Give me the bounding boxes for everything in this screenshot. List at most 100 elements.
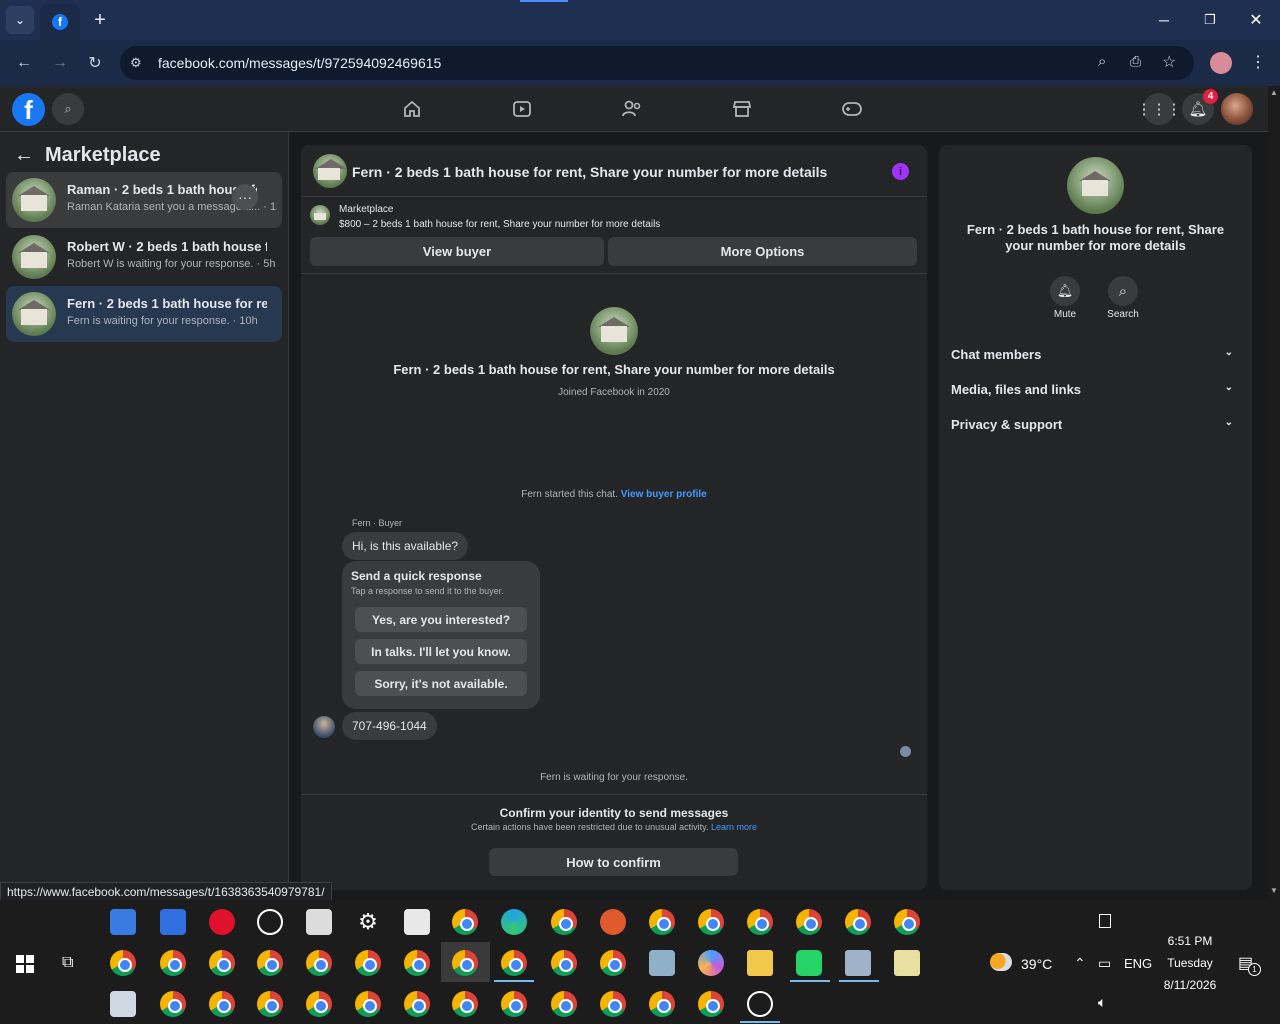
security-shield-icon[interactable] <box>306 909 332 935</box>
profile-avatar-large[interactable] <box>590 307 638 355</box>
clock-day[interactable]: Tuesday <box>1150 956 1230 970</box>
conversation-item[interactable]: Raman · 2 beds 1 bath house fo... Raman … <box>6 172 282 228</box>
bookmark-star-icon[interactable]: ☆ <box>1162 52 1176 72</box>
chrome-icon[interactable] <box>452 950 478 976</box>
edge-icon[interactable] <box>501 909 527 935</box>
more-options-icon[interactable]: ··· <box>232 184 258 210</box>
friends-icon[interactable] <box>618 95 646 123</box>
home-icon[interactable] <box>398 95 426 123</box>
chrome-icon[interactable] <box>306 950 332 976</box>
clock-time[interactable]: 6:51 PM <box>1150 934 1230 948</box>
close-window-button[interactable]: ✕ <box>1242 8 1270 32</box>
search-icon[interactable]: ⌕ <box>52 93 84 125</box>
chrome-icon[interactable] <box>160 950 186 976</box>
photos-app-icon[interactable] <box>845 950 871 976</box>
file-explorer-icon[interactable] <box>747 950 773 976</box>
gaming-icon[interactable] <box>838 95 866 123</box>
quick-reply-not-available-button[interactable]: Sorry, it's not available. <box>355 671 527 696</box>
notes-app-icon[interactable] <box>649 950 675 976</box>
new-tab-button[interactable]: + <box>88 8 112 32</box>
url-text[interactable]: facebook.com/messages/t/972594092469615 <box>158 55 441 71</box>
profile-avatar[interactable] <box>1210 52 1232 74</box>
chrome-icon[interactable] <box>306 991 332 1017</box>
message-bubble[interactable]: 707-496-1044 <box>342 712 437 740</box>
chrome-icon[interactable] <box>257 991 283 1017</box>
clock-date[interactable]: 8/11/2026 <box>1150 978 1230 992</box>
settings-gear-icon[interactable]: ⚙ <box>355 909 381 935</box>
copilot-icon[interactable] <box>698 950 724 976</box>
chrome-icon[interactable] <box>501 991 527 1017</box>
conversation-item-active[interactable]: Fern · 2 beds 1 bath house for rent... F… <box>6 286 282 342</box>
chrome-icon[interactable] <box>355 991 381 1017</box>
chrome-icon[interactable] <box>649 909 675 935</box>
chrome-icon[interactable] <box>551 909 577 935</box>
chrome-icon[interactable] <box>698 909 724 935</box>
view-buyer-profile-link[interactable]: View buyer profile <box>621 489 707 500</box>
task-view-icon[interactable]: ⧉ <box>62 954 73 972</box>
chrome-icon[interactable] <box>747 909 773 935</box>
restore-button[interactable]: ❐ <box>1196 8 1224 32</box>
account-avatar[interactable] <box>1221 93 1253 125</box>
chrome-icon[interactable] <box>796 909 822 935</box>
whatsapp-icon[interactable] <box>796 950 822 976</box>
back-button[interactable]: ← <box>8 47 40 79</box>
weather-temp[interactable]: 39°C <box>1021 956 1052 972</box>
chrome-icon[interactable] <box>110 950 136 976</box>
back-arrow-icon[interactable]: ← <box>14 144 34 167</box>
reload-button[interactable]: ↻ <box>79 47 111 79</box>
more-options-button[interactable]: More Options <box>608 237 917 266</box>
weather-icon[interactable] <box>990 953 1012 971</box>
tablet-mode-icon[interactable] <box>1099 914 1111 928</box>
view-buyer-button[interactable]: View buyer <box>310 237 604 266</box>
menu-grid-icon[interactable]: ⋮⋮⋮ <box>1137 93 1182 125</box>
marketplace-icon[interactable] <box>728 95 756 123</box>
video-icon[interactable] <box>508 95 536 123</box>
windows-start-icon[interactable] <box>16 955 34 973</box>
address-bar[interactable]: ⚙ facebook.com/messages/t/97259409246961… <box>120 46 1194 80</box>
chrome-icon[interactable] <box>894 909 920 935</box>
install-app-icon[interactable]: ⎙ <box>1130 53 1141 70</box>
camera-app-icon[interactable] <box>747 991 773 1017</box>
power-automate-icon[interactable] <box>160 909 186 935</box>
language-indicator[interactable]: ENG <box>1124 956 1152 971</box>
browser-menu-icon[interactable]: ⋮ <box>1250 52 1266 72</box>
site-settings-icon[interactable]: ⚙ <box>130 55 146 71</box>
opera-icon[interactable] <box>209 909 235 935</box>
chrome-icon[interactable] <box>404 991 430 1017</box>
chrome-icon[interactable] <box>452 909 478 935</box>
chrome-icon[interactable] <box>404 950 430 976</box>
zoom-icon[interactable]: ⌕ <box>1098 53 1106 70</box>
chrome-icon[interactable] <box>551 950 577 976</box>
chrome-icon[interactable] <box>209 950 235 976</box>
privacy-support-section[interactable]: Privacy & support ⌄ <box>951 417 1241 441</box>
chrome-icon[interactable] <box>501 950 527 976</box>
chat-members-section[interactable]: Chat members ⌄ <box>951 347 1241 371</box>
how-to-confirm-button[interactable]: How to confirm <box>489 848 738 876</box>
conversation-item[interactable]: Robert W · 2 beds 1 bath house for... Ro… <box>6 229 282 285</box>
chrome-icon[interactable] <box>845 909 871 935</box>
message-bubble[interactable]: Hi, is this available? <box>342 532 469 560</box>
page-scrollbar[interactable]: ▲ ▼ <box>1268 86 1280 900</box>
media-files-links-section[interactable]: Media, files and links ⌄ <box>951 382 1241 406</box>
facebook-logo-icon[interactable]: f <box>12 93 45 126</box>
user-account-icon[interactable] <box>110 991 136 1017</box>
network-icon[interactable]: ▭ <box>1098 955 1111 972</box>
search-icon[interactable]: ⌕ <box>1108 276 1138 306</box>
info-avatar[interactable] <box>1067 157 1124 214</box>
chatgpt-icon[interactable] <box>257 909 283 935</box>
quick-reply-yes-button[interactable]: Yes, are you interested? <box>355 607 527 632</box>
chrome-icon[interactable] <box>355 950 381 976</box>
snipping-tool-icon[interactable] <box>600 909 626 935</box>
mute-bell-icon[interactable]: 🔔︎ <box>1050 276 1080 306</box>
chrome-icon[interactable] <box>600 991 626 1017</box>
store-icon[interactable] <box>110 909 136 935</box>
chrome-icon[interactable] <box>698 991 724 1017</box>
chrome-icon[interactable] <box>551 991 577 1017</box>
volume-icon[interactable]: 🔈︎ <box>1098 994 1106 1011</box>
chrome-icon[interactable] <box>160 991 186 1017</box>
chrome-icon[interactable] <box>452 991 478 1017</box>
chrome-icon[interactable] <box>600 950 626 976</box>
quick-reply-in-talks-button[interactable]: In talks. I'll let you know. <box>355 639 527 664</box>
forward-button[interactable]: → <box>44 47 76 79</box>
chrome-icon[interactable] <box>649 991 675 1017</box>
